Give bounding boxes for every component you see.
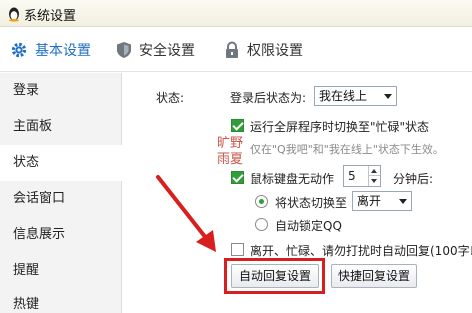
auto-reply-checkbox[interactable]: [231, 243, 244, 256]
sidebar-item-main-panel[interactable]: 主面板: [0, 109, 122, 145]
idle-checkbox[interactable]: [231, 171, 244, 184]
chevron-down-icon: [384, 94, 392, 99]
quick-reply-settings-button[interactable]: 快捷回复设置: [331, 264, 417, 288]
watermark-line-1: 旷野: [217, 136, 244, 151]
switch-status-value: 离开: [357, 194, 382, 208]
sidebar-item-hotkey[interactable]: 热键: [0, 287, 122, 313]
fullscreen-busy-label: 运行全屏程序时切换至"忙碌"状态: [250, 120, 430, 134]
lock-icon: [226, 41, 238, 58]
login-status-value: 我在线上: [319, 89, 368, 103]
tab-permission-settings[interactable]: 权限设置: [224, 28, 303, 72]
window-title: 系统设置: [24, 9, 77, 24]
fullscreen-busy-hint: 仅在"Q我吧"和"我在线上"状态下生效。: [250, 143, 444, 156]
login-status-label: 登录后状态为:: [230, 91, 307, 105]
idle-minutes-stepper[interactable]: 5: [343, 165, 381, 187]
qq-penguin-icon: [9, 7, 19, 22]
auto-reply-label: 离开、忙碌、请勿打扰时自动回复(100字以: [250, 244, 472, 258]
gear-icon: [11, 42, 27, 58]
switch-status-radio[interactable]: [255, 195, 268, 208]
tab-basic-settings-label: 基本设置: [35, 43, 91, 59]
fullscreen-busy-checkbox[interactable]: [231, 119, 244, 132]
tab-security-settings[interactable]: 安全设置: [116, 28, 195, 72]
tab-permission-settings-label: 权限设置: [247, 43, 303, 59]
status-heading: 状态:: [156, 91, 185, 105]
idle-label: 鼠标键盘无动作: [250, 172, 335, 186]
sidebar: 登录 主面板 状态 会话窗口 信息展示 提醒 热键: [0, 73, 123, 313]
sidebar-item-chat-window[interactable]: 会话窗口: [0, 181, 122, 217]
idle-minutes-value: 5: [348, 169, 356, 183]
watermark-line-2: 雨夏: [217, 152, 244, 167]
sidebar-item-reminder[interactable]: 提醒: [0, 253, 122, 289]
watermark-stamp: 旷野 雨夏: [217, 136, 243, 168]
sidebar-item-login[interactable]: 登录: [0, 73, 122, 109]
tab-bar: 基本设置 安全设置 权限设置: [0, 28, 472, 72]
stepper-down-icon[interactable]: [368, 176, 380, 186]
status-settings-panel: 状态: 登录后状态为: 我在线上 运行全屏程序时切换至"忙碌"状态 仅在"Q我吧…: [123, 73, 472, 313]
switch-status-select[interactable]: 离开: [352, 191, 412, 211]
chevron-down-icon: [399, 199, 407, 204]
auto-lock-label: 自动锁定QQ: [275, 219, 342, 233]
tab-security-settings-label: 安全设置: [139, 43, 195, 59]
login-status-select[interactable]: 我在线上: [314, 86, 397, 106]
shield-icon: [117, 42, 131, 58]
title-bar: 系统设置: [0, 0, 472, 27]
stepper-up-icon[interactable]: [368, 166, 380, 176]
switch-status-label: 将状态切换至: [275, 196, 348, 210]
idle-minutes-suffix: 分钟后:: [393, 172, 434, 186]
auto-lock-radio[interactable]: [255, 218, 268, 231]
annotation-highlight-box: [224, 258, 325, 294]
sidebar-item-status[interactable]: 状态: [0, 145, 123, 181]
sidebar-item-info-display[interactable]: 信息展示: [0, 217, 122, 253]
tab-basic-settings[interactable]: 基本设置: [10, 28, 91, 72]
